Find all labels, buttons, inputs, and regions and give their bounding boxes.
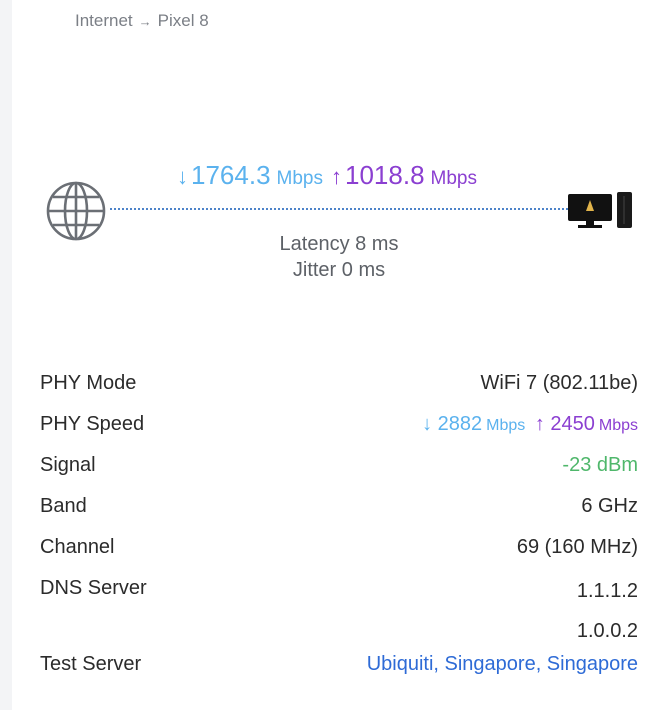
desktop-computer-icon [568,192,632,228]
signal-label: Signal [40,454,96,476]
phy-mode-label: PHY Mode [40,372,137,394]
detail-row-phy-mode: PHY Mode WiFi 7 (802.11be) [40,363,638,404]
signal-value: -23 dBm [562,454,638,476]
upload-arrow-icon: ↑ [331,164,342,189]
dns-server-values: 1.1.1.2 1.0.0.2 [577,568,638,648]
detail-row-test-server: Test Server Ubiquiti, Singapore, Singapo… [40,644,638,685]
latency-info: Latency 8 ms Jitter 0 ms [0,231,654,283]
dns-server-secondary: 1.0.0.2 [576,620,638,642]
phy-mode-value: WiFi 7 (802.11be) [480,372,638,394]
breadcrumb: Internet → Pixel 8 [75,11,209,31]
latency-text: Latency 8 ms [279,233,399,255]
detail-row-dns-server: DNS Server 1.1.1.2 1.0.0.2 [40,568,638,644]
connection-line [110,208,568,210]
detail-row-phy-speed: PHY Speed ↓ 2882 Mbps ↑ 2450 Mbps [40,404,638,445]
phy-download-value: 2882 [437,413,483,435]
band-label: Band [40,495,87,517]
download-value: 1764.3 [191,160,271,190]
arrow-right-icon: → [138,13,152,29]
dns-server-primary: 1.1.1.2 [576,580,638,602]
band-value: 6 GHz [581,495,638,517]
test-server-label: Test Server [40,653,142,675]
phy-upload-unit: Mbps [598,417,638,434]
channel-label: Channel [40,536,115,558]
phy-upload: ↑ 2450 Mbps [534,413,638,435]
phy-speed-value: ↓ 2882 Mbps ↑ 2450 Mbps [422,404,638,446]
dns-server-label: DNS Server [40,577,147,599]
detail-row-channel: Channel 69 (160 MHz) [40,527,638,568]
upload-unit: Mbps [430,168,477,189]
connection-details: PHY Mode WiFi 7 (802.11be) PHY Speed ↓ 2… [40,363,638,685]
upload-value: 1018.8 [345,160,425,190]
jitter-text: Jitter 0 ms [292,259,386,281]
breadcrumb-target: Pixel 8 [157,11,209,30]
download-unit: Mbps [276,168,323,189]
upload-speed: ↑ 1018.8 Mbps [331,160,477,191]
detail-row-band: Band 6 GHz [40,486,638,527]
left-panel-edge [0,0,12,710]
phy-download-unit: Mbps [486,417,526,434]
test-server-link[interactable]: Ubiquiti, Singapore, Singapore [367,644,638,684]
detail-row-signal: Signal -23 dBm [40,445,638,486]
phy-upload-value: 2450 [550,413,595,435]
download-speed: ↓ 1764.3 Mbps [177,160,323,191]
phy-speed-label: PHY Speed [40,413,145,435]
download-arrow-icon: ↓ [177,164,188,189]
breadcrumb-source: Internet [75,11,133,30]
channel-value: 69 (160 MHz) [516,536,638,558]
phy-download: ↓ 2882 Mbps [422,413,526,435]
